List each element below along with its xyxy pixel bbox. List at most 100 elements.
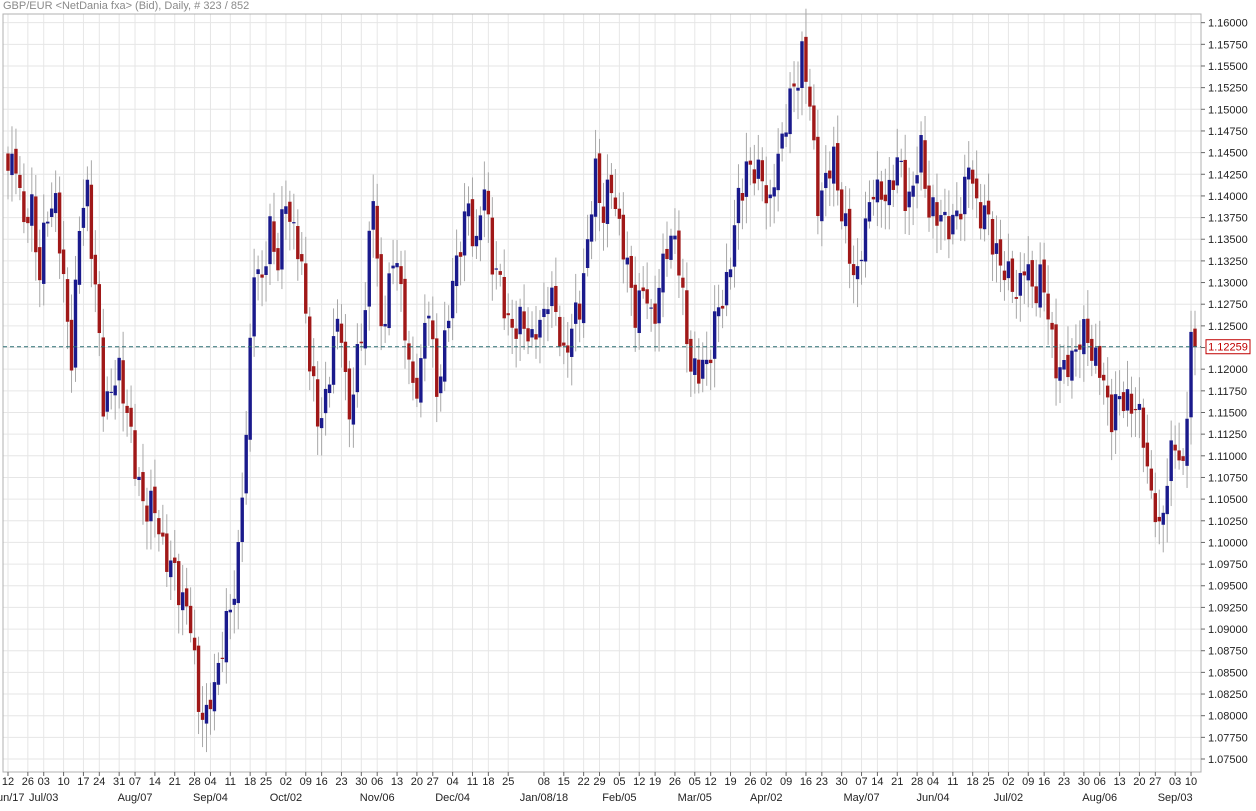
y-tick-label: 1.11750 xyxy=(1208,386,1247,398)
x-tick-month: Jun/04 xyxy=(916,792,949,804)
x-tick-day: 20 xyxy=(411,776,423,788)
candle-up xyxy=(943,211,947,216)
candle-down xyxy=(891,180,895,190)
candle-up xyxy=(605,179,610,224)
candle-down xyxy=(196,645,201,712)
y-tick-label: 1.07750 xyxy=(1208,732,1248,744)
y-tick-label: 1.14000 xyxy=(1208,191,1248,203)
candle-down xyxy=(1050,322,1054,330)
x-tick-day: 28 xyxy=(188,776,200,788)
candle-up xyxy=(331,336,336,385)
candle-down xyxy=(562,342,566,346)
candle-up xyxy=(30,194,34,226)
x-tick-day: 25 xyxy=(502,776,514,788)
candle-up xyxy=(772,187,776,197)
candle-up xyxy=(371,201,375,230)
candle-up xyxy=(77,230,82,285)
x-tick-day: 13 xyxy=(391,776,403,788)
candle-down xyxy=(1022,271,1026,276)
x-tick-day: 09 xyxy=(780,776,792,788)
candle-up xyxy=(776,153,780,191)
candle-down xyxy=(1121,392,1126,412)
candle-up xyxy=(1094,347,1098,366)
candle-up xyxy=(657,287,661,324)
candle-up xyxy=(1117,396,1122,400)
candle-up xyxy=(1018,273,1023,296)
candle-down xyxy=(689,338,693,372)
x-tick-day: 09 xyxy=(1022,776,1034,788)
candle-down xyxy=(792,83,796,87)
x-tick-day: 27 xyxy=(1149,776,1161,788)
candle-up xyxy=(585,239,590,269)
candle-up xyxy=(224,610,229,663)
y-tick-label: 1.12500 xyxy=(1208,321,1248,333)
candle-up xyxy=(180,592,185,611)
candle-down xyxy=(157,518,161,535)
candle-up xyxy=(728,269,733,278)
candle-up xyxy=(919,135,923,173)
y-tick-label: 1.10500 xyxy=(1208,494,1248,506)
y-tick-label: 1.13000 xyxy=(1208,278,1248,290)
candle-up xyxy=(49,208,54,218)
candle-up xyxy=(280,209,284,270)
candle-down xyxy=(403,278,407,341)
candle-up xyxy=(637,290,641,334)
candle-down xyxy=(1173,444,1177,451)
candle-up xyxy=(105,391,109,412)
candle-up xyxy=(256,269,260,275)
candle-down xyxy=(633,284,637,328)
candle-down xyxy=(61,249,66,275)
x-tick-month: Aug/06 xyxy=(1082,792,1117,804)
candle-down xyxy=(407,343,411,360)
candle-down xyxy=(288,201,292,222)
price-chart[interactable]: 1.07500 1.07750 1.08000 1.08250 1.08500 1.087… xyxy=(0,0,1256,811)
x-tick-day: 12 xyxy=(705,776,717,788)
candle-down xyxy=(315,379,320,427)
candle-down xyxy=(38,247,42,281)
y-tick-label: 1.12000 xyxy=(1208,364,1248,376)
x-tick-day: 15 xyxy=(558,776,570,788)
candle-up xyxy=(538,319,542,338)
candle-up xyxy=(292,222,296,224)
x-tick-day: 10 xyxy=(57,776,69,788)
candle-up xyxy=(756,159,761,179)
candle-down xyxy=(1145,442,1150,467)
candle-up xyxy=(1189,331,1193,418)
candle-down xyxy=(129,407,133,427)
candle-down xyxy=(173,557,177,563)
candle-up xyxy=(744,161,749,197)
x-tick-day: 17 xyxy=(77,776,89,788)
candle-up xyxy=(482,189,487,211)
candle-down xyxy=(1177,450,1181,461)
candle-down xyxy=(415,377,419,399)
candle-up xyxy=(784,132,788,137)
y-tick-label: 1.10000 xyxy=(1208,537,1248,549)
candle-up xyxy=(1169,440,1173,482)
candle-down xyxy=(748,160,753,165)
y-tick-label: 1.12750 xyxy=(1208,299,1248,311)
candle-down xyxy=(613,197,618,209)
candle-down xyxy=(978,202,983,229)
candle-down xyxy=(399,266,403,285)
y-tick-label: 1.08250 xyxy=(1208,689,1248,701)
candle-down xyxy=(311,366,316,377)
candle-up xyxy=(252,277,256,337)
candle-up xyxy=(875,179,880,203)
y-tick-label: 1.11250 xyxy=(1208,429,1247,441)
candle-up xyxy=(81,207,86,228)
y-tick-label: 1.10750 xyxy=(1208,472,1248,484)
x-tick-day: 16 xyxy=(1038,776,1050,788)
candle-down xyxy=(839,189,844,222)
candle-up xyxy=(494,268,498,270)
x-tick-day: 11 xyxy=(947,776,958,788)
candle-up xyxy=(327,384,332,394)
candle-up xyxy=(367,230,371,307)
candle-up xyxy=(824,172,828,189)
candle-down xyxy=(1098,345,1102,378)
x-tick-day: 12 xyxy=(2,776,14,788)
candle-down xyxy=(208,699,213,710)
candle-down xyxy=(1054,324,1058,379)
x-tick-month: Nov/06 xyxy=(360,792,395,804)
candle-down xyxy=(14,148,18,174)
candle-up xyxy=(450,280,455,319)
